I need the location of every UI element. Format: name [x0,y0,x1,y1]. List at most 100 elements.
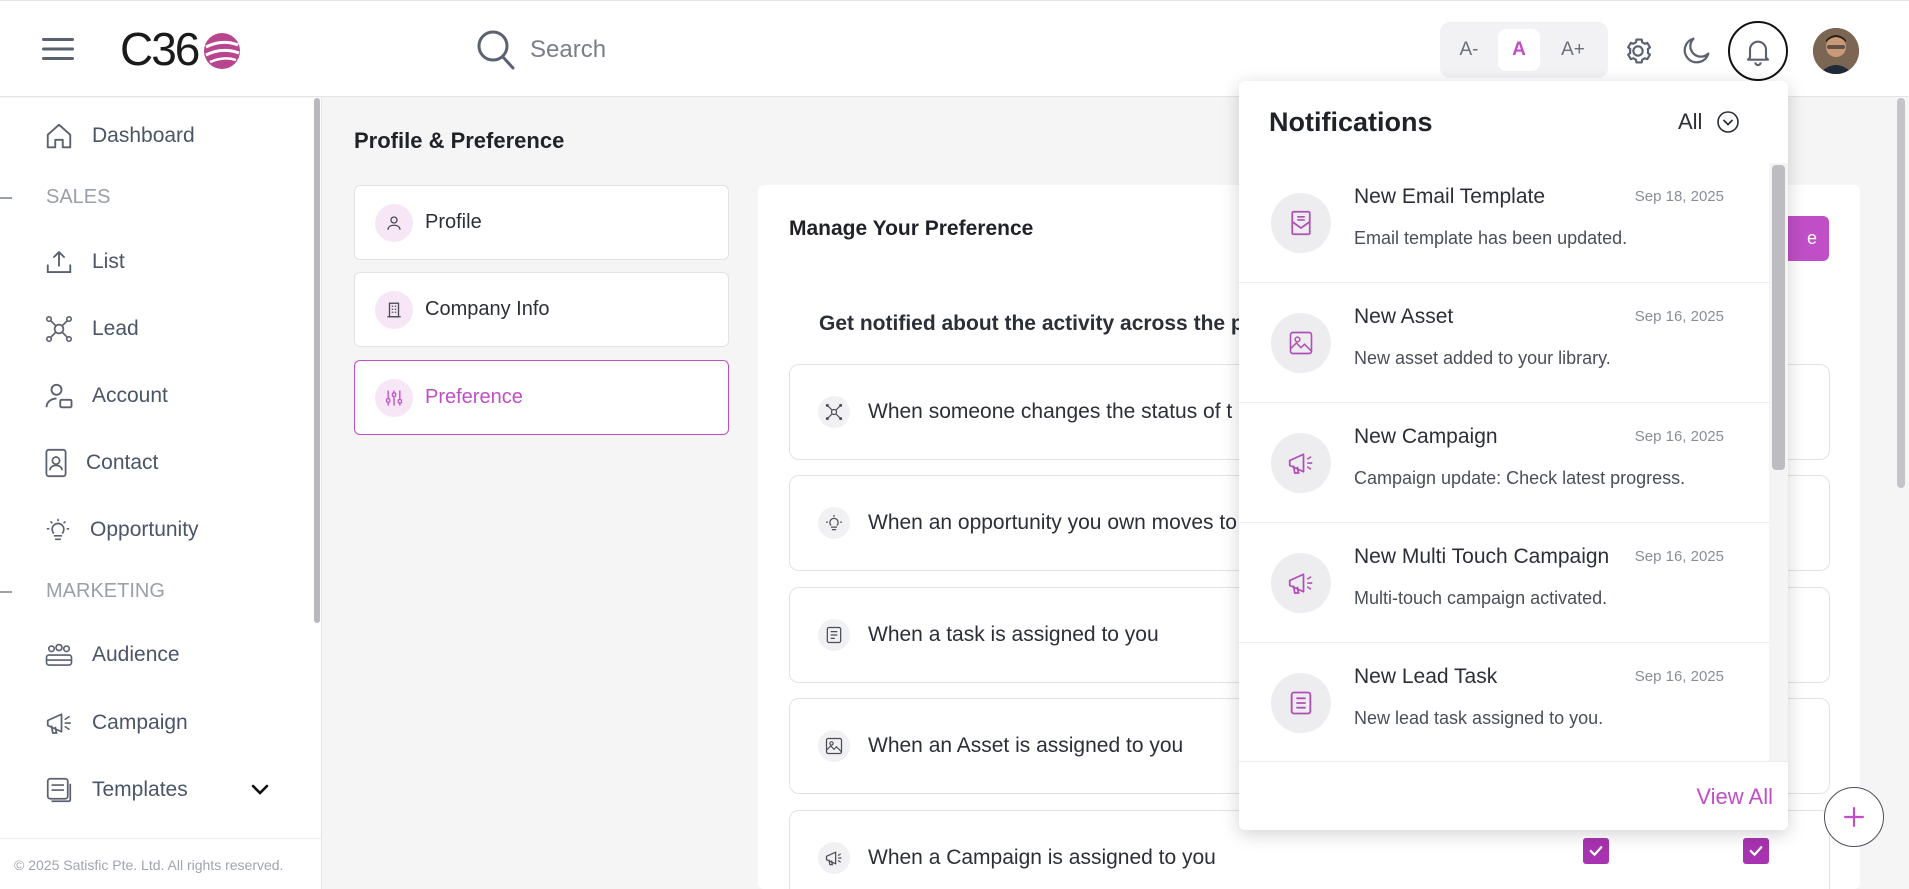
home-icon [44,121,74,151]
sidebar-item-lead[interactable]: Lead [44,309,139,349]
templates-icon [44,775,74,805]
sidebar-item-label: Audience [92,643,180,666]
sidebar-item-label: Lead [92,317,139,340]
section-label: MARKETING [46,580,165,602]
hamburger-menu-icon[interactable] [42,37,74,61]
page-title: Profile & Preference [354,128,565,153]
notification-message: Multi-touch campaign activated. [1354,588,1608,608]
notifications-scrollbar[interactable] [1772,165,1785,470]
notification-title: New Lead Task [1354,665,1498,688]
notification-item[interactable]: New Email Template Sep 18, 2025 Email te… [1239,163,1769,283]
notification-message: Email template has been updated. [1354,228,1628,248]
search-icon [476,29,516,71]
page-scrollbar[interactable] [1897,98,1905,488]
sliders-icon [375,378,413,417]
notifications-title: Notifications [1269,107,1433,137]
preference-label: When an Asset is assigned to you [868,734,1184,757]
font-size-toggle: A- A A+ [1440,22,1608,78]
email-template-icon [1271,193,1331,253]
font-default-button[interactable]: A [1498,29,1540,71]
add-fab-button[interactable] [1824,787,1884,847]
task-list-icon [818,619,850,651]
user-avatar[interactable] [1813,28,1859,74]
preference-label: When a Campaign is assigned to you [868,846,1216,869]
notification-item[interactable]: New Asset Sep 16, 2025 New asset added t… [1239,283,1769,403]
lightbulb-icon [818,507,850,539]
copyright-text: © 2025 Satisfic Pte. Ltd. All rights res… [14,857,284,873]
menu-card-company-info[interactable]: Company Info [354,272,729,347]
font-decrease-button[interactable]: A- [1448,29,1490,71]
megaphone-icon [818,842,850,874]
section-label: SALES [46,186,111,208]
chevron-down-icon[interactable] [250,783,270,797]
notification-date: Sep 16, 2025 [1634,428,1724,445]
sidebar: Dashboard SALES List Lead Account Contac… [0,98,322,889]
notification-item[interactable]: New Campaign Sep 16, 2025 Campaign updat… [1239,403,1769,523]
notification-message: New asset added to your library. [1354,348,1611,368]
megaphone-icon [44,708,74,738]
notifications-footer: View All [1239,761,1788,830]
sidebar-item-label: Opportunity [90,518,199,541]
notification-title: New Email Template [1354,185,1546,208]
sidebar-scrollbar[interactable] [314,98,320,623]
preference-subtitle: Get notified about the activity across t… [819,312,1276,335]
audience-group-icon [44,640,74,670]
lead-network-icon [44,314,74,344]
notification-message: New lead task assigned to you. [1354,708,1604,728]
preference-label: When an opportunity you own moves to [868,511,1237,534]
font-increase-button[interactable]: A+ [1552,29,1594,71]
notification-date: Sep 16, 2025 [1634,308,1724,325]
menu-card-preference[interactable]: Preference [354,360,729,435]
chevron-down-circle-icon [1716,110,1740,134]
divider [0,838,322,839]
sidebar-item-templates[interactable]: Templates [44,770,188,810]
sidebar-item-account[interactable]: Account [44,376,168,416]
email-checkbox[interactable] [1583,838,1609,864]
network-icon [818,396,850,428]
notification-message: Campaign update: Check latest progress. [1354,468,1686,488]
logo[interactable]: C36 [120,23,200,75]
notifications-filter-select[interactable]: All [1678,109,1740,135]
menu-card-label: Preference [425,386,523,408]
image-icon [818,730,850,762]
sidebar-item-opportunity[interactable]: Opportunity [44,510,199,550]
building-icon [375,290,413,329]
menu-card-label: Profile [425,211,482,233]
filter-value: All [1678,109,1703,134]
menu-card-profile[interactable]: Profile [354,185,729,260]
contact-card-icon [44,448,68,478]
notification-title: New Multi Touch Campaign [1354,545,1610,568]
sidebar-item-dashboard[interactable]: Dashboard [44,116,195,156]
sidebar-item-label: Dashboard [92,124,195,147]
preference-label: When someone changes the status of t [868,400,1233,423]
plus-icon [1841,804,1867,830]
view-all-link[interactable]: View All [1696,784,1773,810]
notifications-header: Notifications All [1239,81,1788,163]
notification-date: Sep 16, 2025 [1634,668,1724,685]
account-user-icon [44,381,74,411]
notification-title: New Asset [1354,305,1454,328]
image-icon [1271,313,1331,373]
sidebar-item-campaign[interactable]: Campaign [44,703,188,743]
notifications-dropdown: Notifications All New Email Template Sep… [1239,81,1788,830]
upload-icon [44,247,74,277]
settings-gear-icon[interactable] [1622,35,1654,67]
notification-date: Sep 18, 2025 [1634,188,1724,205]
notification-item[interactable]: New Lead Task Sep 16, 2025 New lead task… [1239,643,1769,763]
logo-mark-icon [202,31,242,71]
bell-icon [1742,35,1774,67]
sidebar-item-label: Campaign [92,711,188,734]
document-icon [1271,673,1331,733]
sidebar-item-label: Templates [92,778,188,801]
sidebar-item-audience[interactable]: Audience [44,635,180,675]
notification-item[interactable]: New Multi Touch Campaign Sep 16, 2025 Mu… [1239,523,1769,643]
sidebar-item-contact[interactable]: Contact [44,443,158,483]
search-input[interactable] [530,31,930,69]
dark-mode-moon-icon[interactable] [1680,33,1714,67]
notifications-bell-button[interactable] [1728,21,1788,81]
megaphone-icon [1271,553,1331,613]
sidebar-item-list[interactable]: List [44,242,125,282]
app-checkbox[interactable] [1743,838,1769,864]
lightbulb-icon [44,515,72,545]
sidebar-item-label: Contact [86,451,159,474]
